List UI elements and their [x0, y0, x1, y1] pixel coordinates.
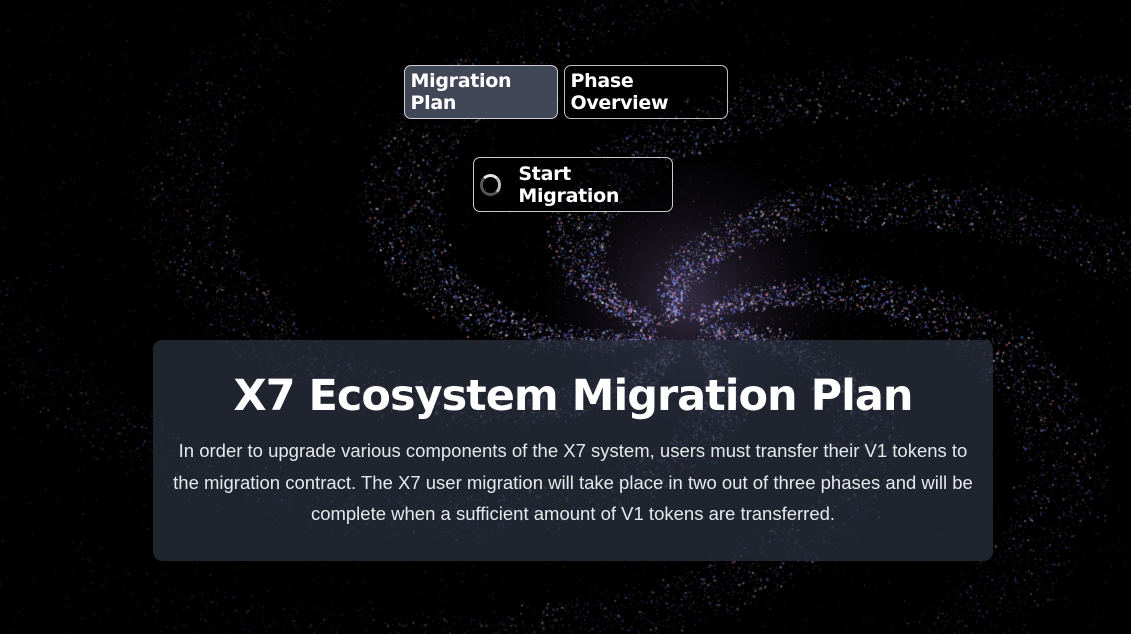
loading-spinner-icon: [480, 173, 502, 196]
migration-page: Migration Plan Phase Overview Start Migr…: [0, 0, 1131, 634]
tab-phase-overview[interactable]: Phase Overview: [563, 65, 728, 119]
start-migration-label: Start Migration: [518, 162, 620, 207]
migration-info-card: X7 Ecosystem Migration Plan In order to …: [153, 340, 993, 561]
page-title: X7 Ecosystem Migration Plan: [233, 371, 914, 421]
start-migration-button[interactable]: Start Migration: [473, 157, 673, 212]
view-tabs: Migration Plan Phase Overview: [0, 65, 1131, 119]
tab-migration-plan[interactable]: Migration Plan: [403, 65, 558, 119]
migration-description: In order to upgrade various components o…: [173, 440, 973, 524]
